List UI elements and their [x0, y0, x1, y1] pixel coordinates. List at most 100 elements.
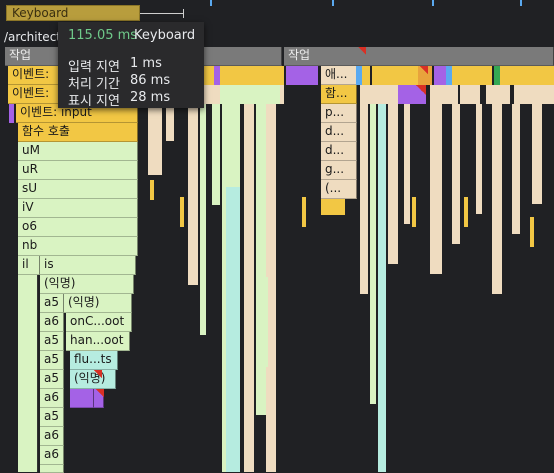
frame-label: a6 [44, 428, 59, 442]
script-frame [200, 85, 206, 335]
stack-frame [18, 275, 38, 472]
tooltip-row-label: 표시 지연 [68, 94, 120, 109]
interaction-whisker [140, 13, 184, 14]
frame-label: (익명) [44, 276, 76, 290]
frame-label: uM [22, 143, 40, 157]
paint-frame [532, 104, 542, 204]
paint-frame [492, 104, 502, 294]
event-frame [412, 197, 416, 227]
paint-frame [452, 104, 460, 244]
stack-frame[interactable]: han...oot [66, 332, 130, 351]
paint-frame [404, 104, 410, 224]
stack-frame[interactable]: a6 [40, 427, 64, 446]
right-frame[interactable]: (... [321, 180, 357, 199]
stack-frame[interactable]: a6 [40, 313, 64, 332]
layout-frame [226, 187, 240, 472]
interaction-tooltip: 115.05 ms Keyboard 입력 지연 1 ms 처리 기간 86 m… [58, 22, 204, 109]
frame-label: onC...oot [70, 314, 125, 328]
layout-frame [378, 104, 386, 472]
right-frame[interactable]: d... [321, 123, 357, 142]
paint-frame [360, 104, 368, 294]
script-frame [220, 85, 280, 104]
paint-frame [430, 85, 458, 104]
stack-frame[interactable]: (익명) [40, 275, 134, 294]
frame-label: a6 [44, 447, 59, 461]
paint-frame [476, 104, 482, 214]
paint-frame [512, 104, 520, 234]
stack-frame[interactable]: onC...oot [66, 313, 132, 332]
paint-frame [188, 85, 198, 285]
overview-strip: Keyboard [0, 0, 554, 22]
right-frame[interactable]: 함... [321, 85, 357, 104]
event-frame [180, 197, 184, 227]
stack-frame[interactable]: nb [18, 237, 138, 256]
stack-frame[interactable]: sU [18, 180, 138, 199]
stack-frame[interactable]: a5 [40, 408, 64, 427]
paint-frame [430, 104, 442, 274]
tooltip-row-value: 86 ms [130, 73, 171, 88]
frame-label: a5 [44, 295, 59, 309]
event-frame [321, 199, 345, 215]
stack-frame[interactable]: uR [18, 161, 138, 180]
interaction-whisker-end [183, 9, 184, 18]
task-label: 작업 [9, 48, 32, 62]
event-frame [372, 66, 418, 85]
paint-frame [388, 104, 398, 264]
stack-frame[interactable]: o6 [18, 218, 138, 237]
thread-label-text: /architect [4, 30, 61, 44]
event-label: 이벤트: [12, 67, 50, 81]
stack-frame[interactable]: a5 [40, 370, 64, 389]
script-frame [370, 104, 376, 404]
frame-label: han...oot [70, 333, 124, 347]
frame-label: d... [325, 143, 345, 157]
stack-frame[interactable]: is [40, 256, 136, 275]
overview-marker [210, 0, 212, 6]
stack-frame[interactable]: flu...ts [70, 351, 118, 370]
overview-slice [362, 66, 370, 85]
paint-frame [460, 85, 480, 104]
stack-frame[interactable]: iV [18, 199, 138, 218]
overview-marker [432, 0, 434, 6]
stack-frame[interactable]: a6 [40, 446, 64, 465]
stack-frame[interactable]: uM [18, 142, 138, 161]
tooltip-name: Keyboard [134, 28, 196, 43]
frame-label: flu...ts [74, 352, 112, 366]
frame-label: il [22, 257, 29, 271]
frame-label: is [44, 257, 54, 271]
overview-slice [214, 66, 220, 85]
interaction-track-label: Keyboard [12, 6, 69, 20]
event-frame [464, 197, 468, 227]
frame-label: a5 [44, 333, 59, 347]
stack-frame[interactable]: a5 [40, 332, 64, 351]
stack-frame[interactable]: a5 [40, 351, 64, 370]
tooltip-row-value: 28 ms [130, 90, 171, 105]
stack-frame[interactable]: (익명) [64, 294, 132, 313]
rendering-frame[interactable] [70, 389, 94, 408]
stack-frame[interactable]: il [18, 256, 40, 275]
frame-label: d... [325, 124, 345, 138]
function-call-bar[interactable]: 함수 호출 [18, 123, 138, 142]
frame-label: sU [22, 181, 38, 195]
event-frame [302, 197, 306, 227]
stack-frame[interactable]: a6 [40, 389, 64, 408]
rendering-frame [286, 66, 318, 85]
right-frame[interactable]: 애... [321, 66, 357, 85]
long-task-marker [96, 389, 104, 397]
right-frame[interactable]: g... [321, 161, 357, 180]
thread-label[interactable]: /architect [0, 27, 65, 47]
flame-chart[interactable]: 작업 작업 이벤트: 이벤트: 이벤트: input 함수 호출 uM uR s… [0, 47, 554, 473]
right-frame[interactable]: p... [321, 104, 357, 123]
frame-label: o6 [22, 219, 37, 233]
frame-label: g... [325, 162, 345, 176]
tooltip-duration: 115.05 ms [68, 28, 138, 43]
right-frame[interactable]: d... [321, 142, 357, 161]
frame-label: (익명) [68, 295, 100, 309]
frame-label: a6 [44, 390, 59, 404]
stack-frame[interactable]: a5 [40, 294, 64, 313]
frame-label: a5 [44, 371, 59, 385]
frame-label: a5 [44, 352, 59, 366]
paint-frame [486, 85, 510, 104]
stack-frame[interactable]: (익명) [70, 370, 116, 389]
frame-label: iV [22, 200, 34, 214]
task-bar-right[interactable]: 작업 [284, 47, 554, 66]
